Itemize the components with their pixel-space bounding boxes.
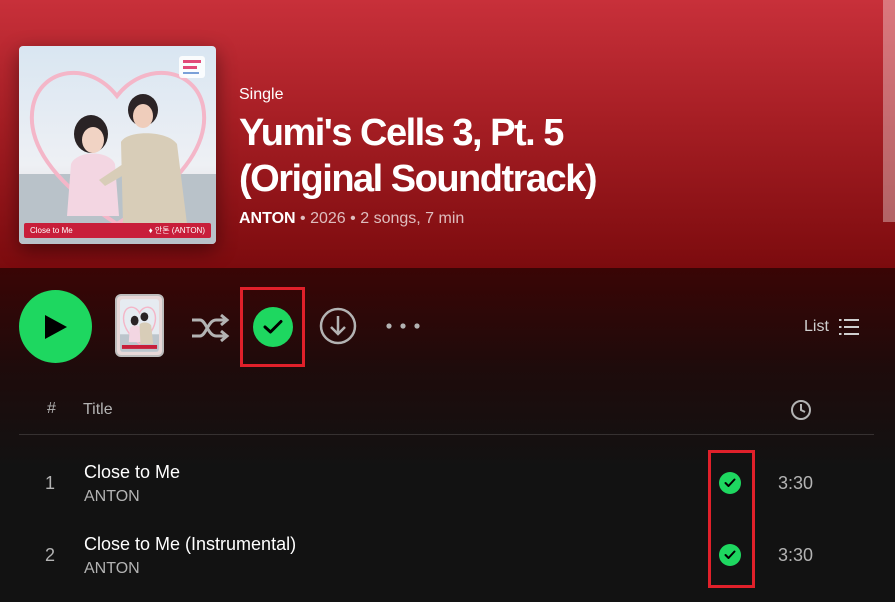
play-icon (44, 314, 67, 339)
track-artist[interactable]: ANTON (84, 560, 140, 578)
artist-link[interactable]: ANTON (239, 210, 296, 227)
shuffle-icon (192, 313, 230, 343)
check-circle-icon (252, 307, 293, 347)
saved-tracks-highlight (708, 450, 755, 588)
track-artist[interactable]: ANTON (84, 488, 140, 506)
download-button[interactable] (318, 306, 358, 346)
album-thumbnail[interactable] (115, 294, 164, 357)
list-icon (838, 319, 859, 335)
album-cover-art (19, 46, 216, 244)
page-title: Yumi's Cells 3, Pt. 5 (Original Soundtra… (239, 112, 597, 200)
album-byline: ANTON • 2026 • 2 songs, 7 min (239, 210, 679, 228)
track-title[interactable]: Close to Me (Instrumental) (84, 534, 296, 555)
column-number: # (47, 400, 56, 417)
more-icon (386, 323, 420, 329)
track-number: 2 (45, 545, 56, 565)
release-type: Single (239, 86, 284, 103)
view-label: List (804, 318, 829, 335)
track-duration: 3:30 (778, 473, 814, 493)
thumbnail-art (120, 299, 159, 352)
album-meta: Single Yumi's Cells 3, Pt. 5 (Original S… (239, 86, 679, 228)
play-button[interactable] (19, 290, 92, 363)
view-toggle[interactable]: List (804, 316, 859, 338)
album-cover[interactable]: Close to Me ♦ 안톤 (ANTON) (19, 46, 216, 244)
download-icon (319, 307, 357, 345)
shuffle-button[interactable] (188, 306, 232, 350)
album-header: Close to Me ♦ 안톤 (ANTON) Single Yumi's C… (0, 0, 895, 268)
tracklist-header: # Title (19, 396, 874, 435)
release-year: 2026 (310, 210, 346, 227)
column-duration (790, 399, 812, 426)
clock-icon (791, 400, 811, 420)
track-number: 1 (45, 473, 56, 493)
column-title: Title (83, 401, 113, 418)
cover-caption: Close to Me ♦ 안톤 (ANTON) (24, 223, 211, 238)
track-duration: 3:30 (778, 545, 814, 565)
cover-caption-right: ♦ 안톤 (ANTON) (148, 226, 205, 235)
album-summary: 2 songs, 7 min (360, 210, 465, 227)
save-to-library-button[interactable] (240, 287, 305, 367)
byline-separator: • (300, 210, 306, 227)
scrollbar[interactable] (883, 0, 895, 222)
byline-separator: • (350, 210, 356, 227)
more-options-button[interactable] (384, 316, 422, 336)
track-title[interactable]: Close to Me (84, 462, 180, 483)
cover-caption-left: Close to Me (30, 226, 73, 235)
